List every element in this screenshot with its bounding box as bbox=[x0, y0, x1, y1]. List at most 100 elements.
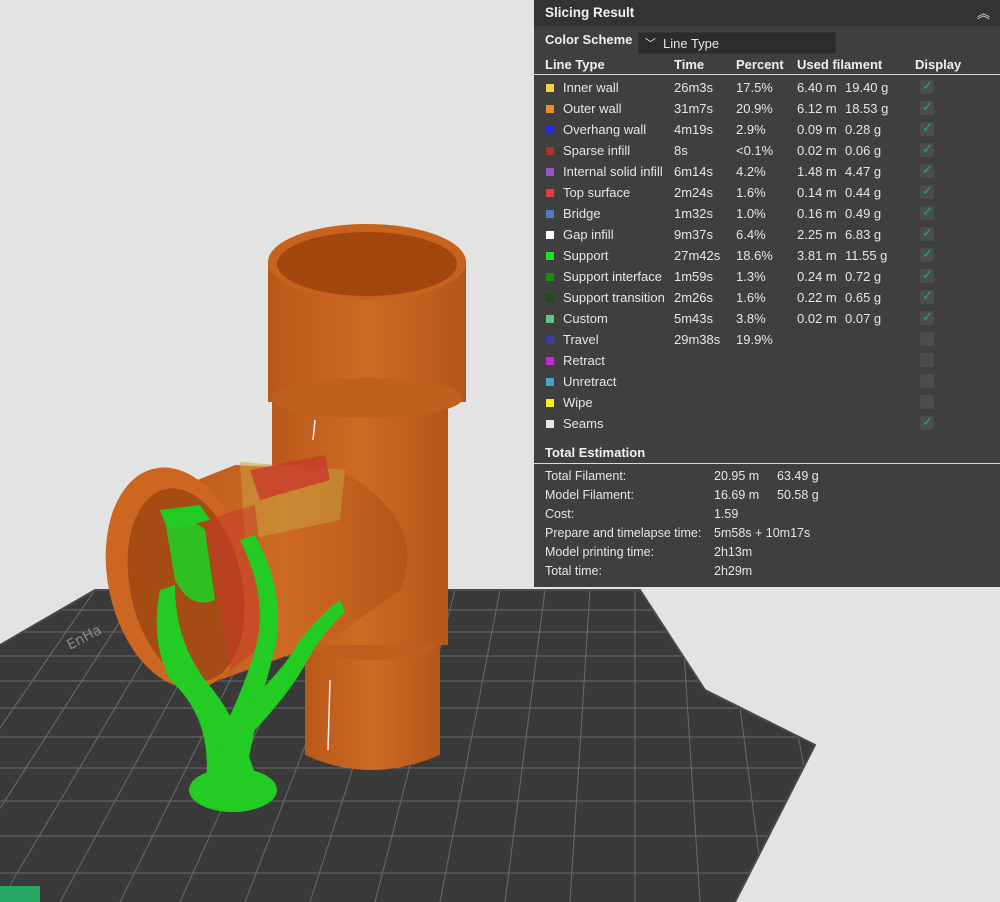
total-label: Prepare and timelapse time: bbox=[545, 526, 702, 540]
percent-value: 6.4% bbox=[736, 227, 766, 242]
weight-value: 19.40 g bbox=[845, 80, 889, 95]
display-checkbox[interactable] bbox=[920, 120, 934, 136]
total-row: Prepare and timelapse time: 5m58s + 10m17… bbox=[534, 526, 1000, 545]
display-checkbox[interactable] bbox=[920, 246, 934, 262]
color-swatch bbox=[546, 399, 554, 407]
total-row: Total time: 2h29m bbox=[534, 564, 1000, 583]
color-scheme-value: Line Type bbox=[663, 36, 720, 51]
total-row: Total Filament: 20.95 m 63.49 g bbox=[534, 469, 1000, 488]
percent-value: <0.1% bbox=[736, 143, 774, 158]
display-checkbox[interactable] bbox=[920, 309, 934, 325]
line-type-label: Bridge bbox=[563, 206, 601, 221]
time-value: 8s bbox=[674, 143, 688, 158]
color-swatch bbox=[546, 126, 554, 134]
line-type-label: Support transition bbox=[563, 290, 665, 305]
line-type-label: Sparse infill bbox=[563, 143, 631, 158]
time-value: 6m14s bbox=[674, 164, 714, 179]
line-type-label: Travel bbox=[563, 332, 599, 347]
display-checkbox[interactable] bbox=[920, 225, 934, 241]
double-chevron-up-icon[interactable]: ︽ bbox=[977, 3, 990, 22]
color-swatch bbox=[546, 231, 554, 239]
percent-value: 2.9% bbox=[736, 122, 766, 137]
percent-value: 19.9% bbox=[736, 332, 773, 347]
color-swatch bbox=[546, 252, 554, 260]
line-type-label: Wipe bbox=[563, 395, 593, 410]
weight-value: 6.83 g bbox=[845, 227, 882, 242]
display-checkbox[interactable] bbox=[920, 99, 934, 115]
percent-value: 1.3% bbox=[736, 269, 766, 284]
length-value: 0.09 m bbox=[797, 122, 837, 137]
length-value: 3.81 m bbox=[797, 248, 837, 263]
time-value: 2m24s bbox=[674, 185, 714, 200]
display-checkbox[interactable] bbox=[920, 353, 934, 367]
color-scheme-dropdown[interactable]: ﹀ Line Type bbox=[638, 32, 836, 54]
total-value-1: 5m58s + 10m17s bbox=[714, 526, 811, 540]
table-row: Internal solid infill 6m14s 4.2% 1.48 m 4.47… bbox=[534, 161, 1000, 182]
line-type-label: Top surface bbox=[563, 185, 631, 200]
line-type-label: Custom bbox=[563, 311, 608, 326]
display-checkbox[interactable] bbox=[920, 204, 934, 220]
table-row: Wipe bbox=[534, 392, 1000, 413]
color-swatch bbox=[546, 273, 554, 281]
display-checkbox[interactable] bbox=[920, 374, 934, 388]
display-checkbox[interactable] bbox=[920, 267, 934, 283]
header-display: Display bbox=[915, 57, 962, 72]
display-checkbox[interactable] bbox=[920, 78, 934, 94]
total-label: Total time: bbox=[545, 564, 602, 578]
table-row: Retract bbox=[534, 350, 1000, 371]
color-swatch bbox=[546, 378, 554, 386]
time-value: 4m19s bbox=[674, 122, 714, 137]
color-swatch bbox=[546, 315, 554, 323]
weight-value: 0.28 g bbox=[845, 122, 882, 137]
length-value: 0.14 m bbox=[797, 185, 837, 200]
weight-value: 0.07 g bbox=[845, 311, 882, 326]
display-checkbox[interactable] bbox=[920, 141, 934, 157]
table-row: Support transition 2m26s 1.6% 0.22 m 0.65 g bbox=[534, 287, 1000, 308]
weight-value: 0.06 g bbox=[845, 143, 882, 158]
weight-value: 18.53 g bbox=[845, 101, 889, 116]
display-checkbox[interactable] bbox=[920, 332, 934, 346]
length-value: 0.24 m bbox=[797, 269, 837, 284]
color-swatch bbox=[546, 357, 554, 365]
display-checkbox[interactable] bbox=[920, 288, 934, 304]
length-value: 0.02 m bbox=[797, 143, 837, 158]
total-value-1: 1.59 bbox=[714, 507, 739, 521]
percent-value: 17.5% bbox=[736, 80, 773, 95]
display-checkbox[interactable] bbox=[920, 414, 934, 430]
table-row: Gap infill 9m37s 6.4% 2.25 m 6.83 g bbox=[534, 224, 1000, 245]
line-type-label: Outer wall bbox=[563, 101, 622, 116]
total-value-2: 50.58 g bbox=[777, 488, 819, 502]
color-scheme-label: Color Scheme bbox=[545, 32, 633, 47]
percent-value: 3.8% bbox=[736, 311, 766, 326]
display-checkbox[interactable] bbox=[920, 395, 934, 409]
line-type-label: Overhang wall bbox=[563, 122, 647, 137]
weight-value: 0.49 g bbox=[845, 206, 882, 221]
panel-header: Slicing Result ︽ bbox=[534, 0, 1000, 26]
table-row: Inner wall 26m3s 17.5% 6.40 m 19.40 g bbox=[534, 77, 1000, 98]
weight-value: 11.55 g bbox=[845, 248, 888, 263]
weight-value: 0.44 g bbox=[845, 185, 882, 200]
slicing-result-panel: Slicing Result ︽ Color Scheme ﹀ Line Typ… bbox=[534, 0, 1000, 587]
bed-edge-indicator bbox=[0, 886, 40, 902]
time-value: 1m32s bbox=[674, 206, 714, 221]
total-value-1: 2h13m bbox=[714, 545, 753, 559]
total-row: Cost: 1.59 bbox=[534, 507, 1000, 526]
length-value: 6.12 m bbox=[797, 101, 837, 116]
percent-value: 18.6% bbox=[736, 248, 773, 263]
time-value: 2m26s bbox=[674, 290, 714, 305]
display-checkbox[interactable] bbox=[920, 183, 934, 199]
header-time: Time bbox=[674, 57, 705, 72]
color-swatch bbox=[546, 105, 554, 113]
display-checkbox[interactable] bbox=[920, 162, 934, 178]
length-value: 2.25 m bbox=[797, 227, 837, 242]
percent-value: 4.2% bbox=[736, 164, 766, 179]
line-type-label: Inner wall bbox=[563, 80, 619, 95]
line-type-label: Unretract bbox=[563, 374, 617, 389]
length-value: 0.22 m bbox=[797, 290, 837, 305]
time-value: 5m43s bbox=[674, 311, 714, 326]
table-row: Travel 29m38s 19.9% bbox=[534, 329, 1000, 350]
total-row: Model Filament: 16.69 m 50.58 g bbox=[534, 488, 1000, 507]
line-type-label: Seams bbox=[563, 416, 604, 431]
color-swatch bbox=[546, 147, 554, 155]
length-value: 0.02 m bbox=[797, 311, 837, 326]
